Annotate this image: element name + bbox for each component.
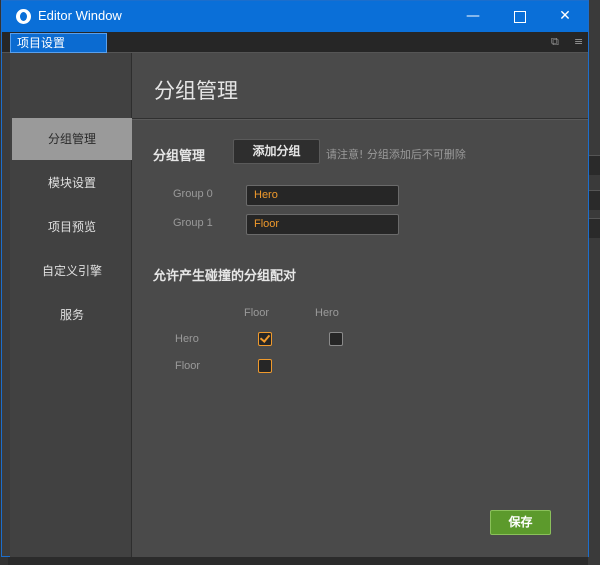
group-name-input[interactable]: Hero [246, 185, 399, 206]
sidebar-item-project-preview[interactable]: 项目预览 [12, 206, 132, 248]
maximize-button[interactable] [496, 1, 542, 32]
group-name-input[interactable]: Floor [246, 214, 399, 235]
add-group-hint: 请注意! 分组添加后不可删除 [326, 148, 466, 161]
collision-column-header: Floor [244, 307, 270, 319]
background-marker [588, 218, 600, 238]
sidebar-item-custom-engine[interactable]: 自定义引擎 [12, 250, 132, 292]
window-title: Editor Window [38, 8, 122, 23]
collision-row-header: Hero [175, 333, 199, 345]
background-marker [588, 190, 600, 210]
background-marker [588, 155, 600, 175]
add-group-button[interactable]: 添加分组 [233, 139, 320, 164]
collision-checkbox-hero-hero[interactable] [329, 332, 343, 346]
minimize-button[interactable]: — [450, 1, 496, 32]
background-app-right [588, 0, 600, 565]
app-logo-icon [16, 9, 31, 24]
page-title: 分组管理 [154, 79, 238, 103]
settings-panel: 分组管理 模块设置 项目预览 自定义引擎 服务 分组管理 分组管理 添加分组 请… [10, 53, 588, 557]
settings-sidebar: 分组管理 模块设置 项目预览 自定义引擎 服务 [10, 53, 132, 557]
sidebar-item-services[interactable]: 服务 [12, 294, 132, 336]
collision-checkbox-hero-floor[interactable] [258, 332, 272, 346]
sidebar-item-group-management[interactable]: 分组管理 [12, 118, 132, 160]
group-section-label: 分组管理 [153, 149, 206, 164]
collision-row-header: Floor [175, 360, 201, 372]
tab-project-settings[interactable]: 项目设置 [10, 33, 107, 53]
tab-bar: 项目设置 ⧉ ≡ [2, 32, 588, 53]
checkmark-icon [259, 332, 271, 343]
save-button[interactable]: 保存 [490, 510, 551, 535]
collision-checkbox-floor-floor[interactable] [258, 359, 272, 373]
menu-icon[interactable]: ≡ [574, 36, 583, 48]
collision-column-header: Hero [315, 307, 339, 319]
popout-icon[interactable]: ⧉ [551, 36, 559, 48]
sidebar-item-module-settings[interactable]: 模块设置 [12, 162, 132, 204]
main-content: 分组管理 分组管理 添加分组 请注意! 分组添加后不可删除 Group 0 He… [132, 53, 588, 557]
close-button[interactable]: ✕ [542, 1, 588, 32]
collision-section-label: 允许产生碰撞的分组配对 [153, 269, 297, 284]
group-label: Group 0 [173, 188, 213, 200]
editor-window: Editor Window — ✕ 项目设置 ⧉ ≡ 分组管理 模块设置 项目预… [1, 0, 589, 557]
title-bar[interactable]: Editor Window — ✕ [2, 1, 588, 32]
group-label: Group 1 [173, 217, 213, 229]
title-divider [132, 118, 588, 120]
